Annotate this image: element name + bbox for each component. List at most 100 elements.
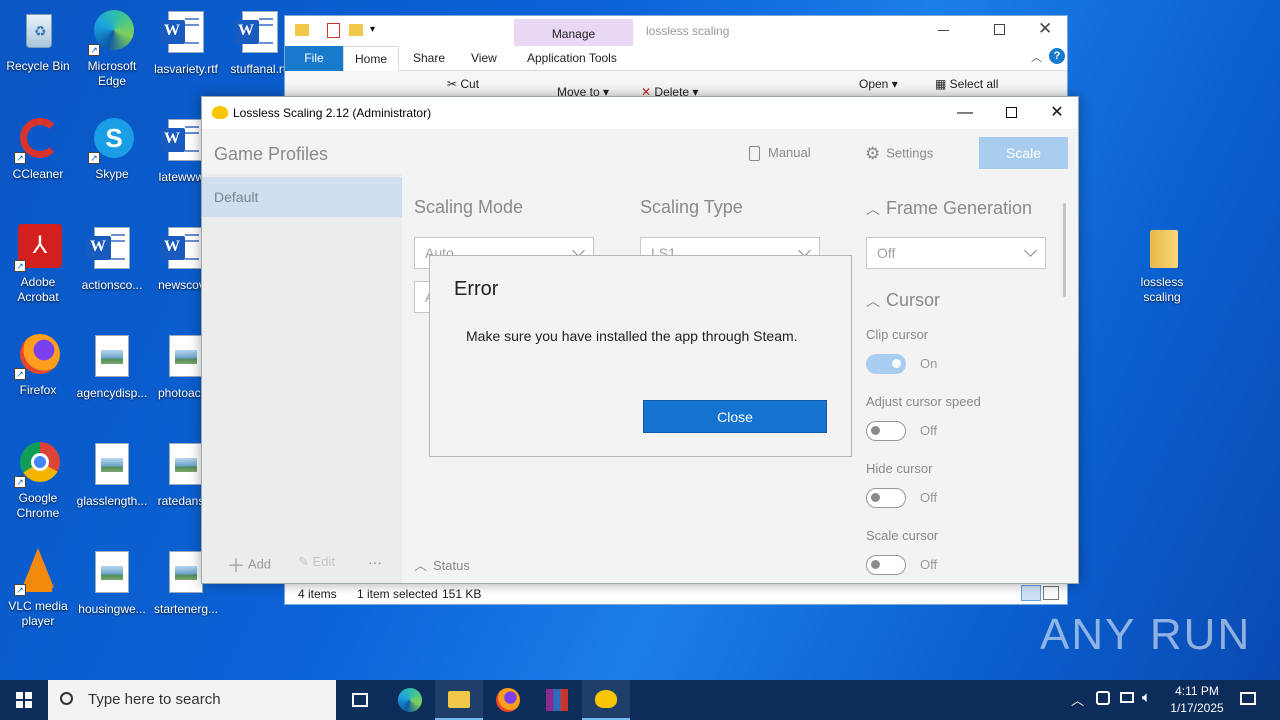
desktop-icon-vlc[interactable]: ↗ VLC media player [0,548,76,629]
desktop-icon-agencydisp[interactable]: agencydisp... [74,332,150,401]
clock-date: 1/17/2025 [1170,701,1224,715]
clip-cursor-label: Clip cursor [866,327,929,342]
maximize-icon[interactable] [988,97,1034,129]
selection-count: 1 item selected [357,587,438,601]
scale-cursor-toggle[interactable] [866,555,906,575]
adjust-cursor-speed-toggle[interactable] [866,421,906,441]
desktop-icon-actionsco[interactable]: W actionsco... [74,224,150,293]
scale-button[interactable]: Scale [979,137,1068,169]
desktop-icon-chrome[interactable]: ↗ Google Chrome [0,440,76,521]
maximize-icon[interactable] [994,24,1005,35]
show-hidden-icons-button[interactable]: ︿ [1071,690,1084,709]
word-document-icon: W [235,11,284,59]
word-document-icon: W [87,227,136,275]
hide-cursor-toggle[interactable] [866,488,906,508]
desktop-icon-lossless-scaling-folder[interactable]: lossless scaling [1124,224,1200,305]
ls-title: Lossless Scaling 2.12 (Administrator) [233,106,432,120]
help-icon[interactable]: ? [1049,48,1065,64]
acrobat-icon: ⅄ ↗ [14,224,62,272]
vlc-icon: ↗ [14,548,62,596]
settings-button[interactable]: ⚙ Settings [865,144,933,164]
cursor-section-title[interactable]: ︿ Cursor [866,290,940,311]
error-dialog: Error Make sure you have installed the a… [429,255,852,457]
taskbar-lossless-scaling[interactable] [582,680,630,720]
desktop-icon-skype[interactable]: S ↗ Skype [74,116,150,182]
frame-generation-title[interactable]: ︿ Frame Generation [866,198,1032,219]
item-count: 4 items [298,587,337,601]
close-icon[interactable]: ✕ [1038,19,1052,39]
select-all-button[interactable]: ▦ Select all [935,77,998,91]
scaling-type-title: Scaling Type [640,197,743,217]
details-view-icon[interactable] [1021,585,1041,601]
windows-icon [16,692,32,708]
cursor-label: Cursor [886,290,941,310]
collapse-ribbon-icon[interactable]: ︿ [1031,49,1042,65]
clip-cursor-value: On [920,356,938,371]
cut-button[interactable]: ✂ Cut [447,77,479,91]
properties-icon[interactable] [327,23,340,38]
clock[interactable]: 4:11 PM 1/17/2025 [1165,683,1229,717]
add-profile-button[interactable]: ＋ Add [227,552,271,578]
volume-icon[interactable]: 🔈︎ [1142,689,1151,706]
dialog-message: Make sure you have installed the app thr… [466,328,798,344]
tab-view[interactable]: View [471,51,497,65]
taskbar-firefox[interactable] [484,680,532,720]
clip-cursor-toggle[interactable] [866,354,906,374]
desktop-icon-firefox[interactable]: ↗ Firefox [0,332,76,398]
minimize-icon[interactable]: — [942,97,988,129]
edge-icon [398,688,422,712]
notifications-icon[interactable] [1240,692,1256,705]
start-button[interactable] [0,680,48,720]
search-icon [60,692,73,705]
pencil-icon: ✎ [298,554,309,569]
network-wired-icon[interactable] [1120,692,1134,703]
close-button[interactable]: Close [643,400,827,433]
folder-icon [448,691,470,708]
ribbon-tabs: File Home Share View Application Tools ︿… [285,46,1067,72]
large-icons-view-icon[interactable] [1043,586,1059,600]
scaling-mode-title: Scaling Mode [414,197,524,217]
hide-cursor-value: Off [920,490,938,505]
tab-file[interactable]: File [285,46,343,71]
edge-icon: ↗ [88,8,136,56]
minimize-icon[interactable] [938,30,949,31]
taskbar-search-box[interactable]: Type here to search [48,680,336,720]
new-folder-icon[interactable] [349,24,363,36]
network-icon[interactable] [1096,691,1110,705]
desktop-icon-recycle-bin[interactable]: ♻ Recycle Bin [0,8,76,74]
more-options-button[interactable]: ··· [368,554,382,570]
taskbar-file-explorer[interactable] [435,680,483,720]
frame-generation-dropdown[interactable]: Off [866,237,1046,269]
quick-access-dropdown-icon[interactable]: ▾ [370,24,375,35]
manual-icon [749,146,760,162]
profile-default[interactable]: Default [202,177,402,217]
tab-home[interactable]: Home [343,46,399,72]
ls-titlebar: Lossless Scaling 2.12 (Administrator) — … [202,97,1078,129]
winrar-icon [546,689,568,711]
close-icon[interactable]: ✕ [1034,97,1080,129]
manual-button[interactable]: Manual [749,145,811,162]
desktop-icon-housingwe[interactable]: housingwe... [74,548,150,617]
duck-icon [212,106,228,119]
ribbon: ✂ Cut Move to ▾ ✕ Delete ▾ Open ▾ ▦ Sele… [285,71,1067,99]
open-button[interactable]: Open ▾ [859,77,898,91]
status-section-toggle[interactable]: ︿ Status [414,555,470,574]
desktop-icon-acrobat[interactable]: ⅄ ↗ Adobe Acrobat [0,224,76,305]
taskbar-edge[interactable] [386,680,434,720]
edit-profile-button[interactable]: ✎ Edit [298,554,335,570]
scrollbar[interactable] [1063,203,1066,297]
desktop-icon-glasslength[interactable]: glasslength... [74,440,150,509]
folder-icon [295,24,309,36]
desktop-icon-edge[interactable]: ↗ Microsoft Edge [74,8,150,89]
explorer-statusbar: 4 items 1 item selected 151 KB [285,582,1067,604]
chevron-up-icon: ︿ [414,558,428,573]
desktop-icon-lasvariety[interactable]: W lasvariety.rtf [148,8,224,77]
tab-application-tools[interactable]: Application Tools [527,51,617,65]
task-view-button[interactable] [336,680,384,720]
tab-share[interactable]: Share [413,51,445,65]
desktop-icon-ccleaner[interactable]: ↗ CCleaner [0,116,76,182]
profiles-sidebar: Default ＋ Add ✎ Edit ··· [202,174,402,583]
taskbar-winrar[interactable] [533,680,581,720]
firefox-icon: ↗ [14,332,62,380]
clock-time: 4:11 PM [1175,684,1219,698]
